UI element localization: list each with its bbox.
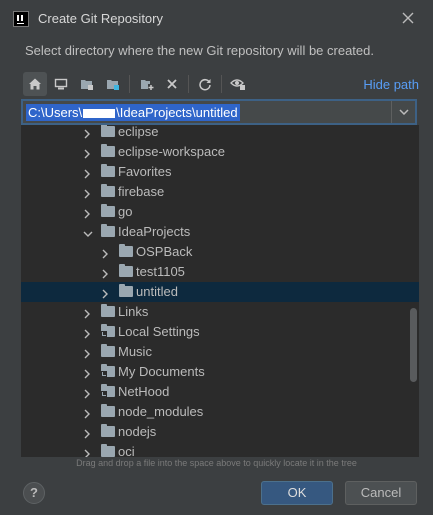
tree-row[interactable]: test1105 [21,262,419,282]
tree-row[interactable]: IdeaProjects [21,222,419,242]
chevron-right-icon[interactable] [101,267,109,279]
chevron-right-icon[interactable] [83,207,91,219]
tree-row-label: Links [118,304,149,319]
show-hidden-icon[interactable] [226,72,250,96]
chevron-right-icon[interactable] [83,407,91,419]
chevron-right-icon[interactable] [83,167,91,179]
path-suffix: \IdeaProjects\untitled [116,105,238,120]
tree-row[interactable]: untitled [21,282,419,302]
desktop-icon[interactable] [49,72,73,96]
tree-row[interactable]: Local Settings [21,322,419,342]
chevron-right-icon[interactable] [83,327,91,339]
tree-row-label: oci [118,444,135,457]
chevron-right-icon[interactable] [101,247,109,259]
module-icon[interactable] [101,72,125,96]
ok-button[interactable]: OK [261,481,333,505]
folder-icon [101,144,115,157]
tree-row-label: test1105 [136,264,185,279]
drag-drop-hint: Drag and drop a file into the space abov… [76,458,357,468]
tree-row-label: Music [118,344,152,359]
tree-row-label: OSPBack [136,244,193,259]
combobox-divider [391,101,392,123]
tree-row[interactable]: Links [21,302,419,322]
tree-row[interactable]: go [21,202,419,222]
folder-icon [101,164,115,177]
chevron-right-icon[interactable] [83,307,91,319]
title-bar: Create Git Repository [0,0,433,37]
folder-icon [101,224,115,237]
refresh-icon[interactable] [193,72,217,96]
chevron-right-icon[interactable] [83,127,91,139]
intellij-logo-icon [13,11,29,27]
tree-row[interactable]: OSPBack [21,242,419,262]
path-prefix: C:\Users\ [28,105,83,120]
folder-icon [101,404,115,417]
toolbar-separator [188,75,189,93]
tree-row[interactable]: oci [21,442,419,457]
chevron-right-icon[interactable] [83,367,91,379]
folder-icon [119,284,133,297]
tree-row[interactable]: Music [21,342,419,362]
tree-row[interactable]: eclipse [21,125,419,142]
chevron-down-icon[interactable] [83,227,93,237]
directory-tree[interactable]: eclipse eclipse-workspace Favorites firebas… [21,125,419,457]
close-icon[interactable] [399,9,417,27]
cancel-button[interactable]: Cancel [345,481,417,505]
tree-row[interactable]: eclipse-workspace [21,142,419,162]
folder-icon [101,184,115,197]
folder-icon [101,444,115,457]
dialog-title: Create Git Repository [38,11,163,26]
folder-icon [119,244,133,257]
tree-row[interactable]: firebase [21,182,419,202]
tree-scrollbar[interactable] [410,308,417,382]
folder-icon [101,424,115,437]
folder-link-icon [101,364,115,377]
tree-row-label: Favorites [118,164,172,179]
hide-path-link[interactable]: Hide path [363,77,419,92]
tree-row-label: go [118,204,133,219]
project-icon[interactable] [75,72,99,96]
chevron-right-icon[interactable] [101,287,109,299]
chevron-right-icon[interactable] [83,427,91,439]
folder-icon [119,264,133,277]
tree-row[interactable]: nodejs [21,422,419,442]
tree-row-label: eclipse [118,125,159,139]
folder-icon [101,304,115,317]
folder-icon [101,344,115,357]
chevron-right-icon[interactable] [83,147,91,159]
tree-row[interactable]: NetHood [21,382,419,402]
chevron-right-icon[interactable] [83,187,91,199]
folder-link-icon [101,384,115,397]
tree-row[interactable]: node_modules [21,402,419,422]
tree-row[interactable]: My Documents [21,362,419,382]
redacted-username [83,109,116,119]
folder-icon [101,204,115,217]
dialog-subtitle: Select directory where the new Git repos… [25,43,374,58]
chevron-right-icon[interactable] [83,387,91,399]
toolbar-separator [129,75,130,93]
tree-row-label: node_modules [118,404,204,419]
tree-row-label: eclipse-workspace [118,144,225,159]
chevron-right-icon[interactable] [83,447,91,457]
tree-row-label: IdeaProjects [118,224,191,239]
tree-row-label: My Documents [118,364,205,379]
chevron-right-icon[interactable] [83,347,91,359]
tree-row[interactable]: Favorites [21,162,419,182]
delete-icon[interactable] [160,72,184,96]
folder-icon [101,125,115,137]
tree-row-label: Local Settings [118,324,200,339]
toolbar-separator [221,75,222,93]
tree-row-label: untitled [136,284,178,299]
folder-link-icon [101,324,115,337]
tree-row-label: NetHood [118,384,170,399]
path-combobox[interactable]: C:\Users\ \IdeaProjects\untitled [21,99,417,125]
toolbar: Hide path [21,72,421,96]
tree-row-label: nodejs [118,424,157,439]
help-button[interactable]: ? [23,482,45,504]
tree-row-label: firebase [118,184,165,199]
chevron-down-icon[interactable] [393,101,415,123]
path-input[interactable]: C:\Users\ \IdeaProjects\untitled [26,104,240,121]
new-folder-icon[interactable] [135,72,159,96]
home-icon[interactable] [23,72,47,96]
